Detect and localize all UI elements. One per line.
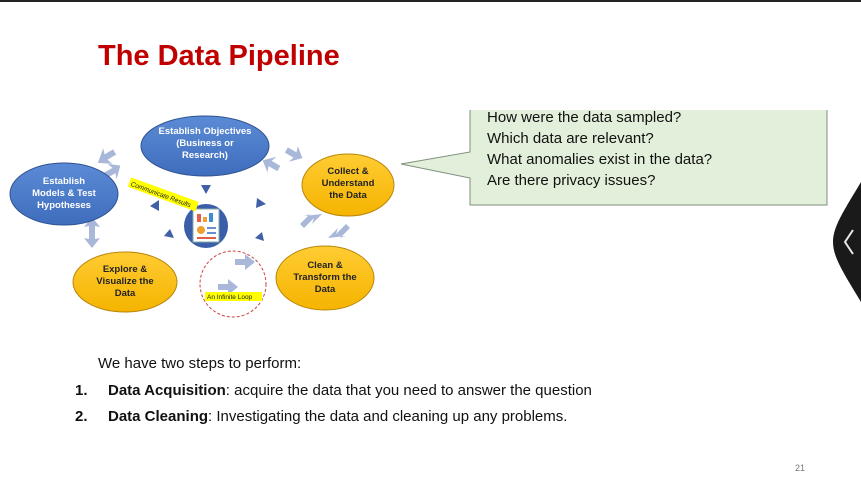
arrow-objectives-to-collect — [284, 146, 303, 162]
svg-text:Establish Objectives: Establish Objectives — [159, 126, 252, 137]
svg-text:Research): Research) — [182, 150, 228, 161]
callout-line: What anomalies exist in the data? — [487, 151, 713, 168]
step-term: Data Cleaning — [108, 408, 209, 425]
callout-line: Are there privacy issues? — [487, 172, 656, 189]
arrow-clean-to-collect — [300, 214, 322, 228]
side-panel-handle[interactable] — [833, 182, 861, 302]
svg-text:Establish: Establish — [43, 176, 85, 187]
step-term: Data Acquisition — [108, 382, 226, 399]
callout-line: How were the data sampled? — [487, 109, 682, 126]
svg-text:Transform the: Transform the — [293, 272, 356, 283]
step-number: 2. — [75, 408, 88, 425]
svg-text:Visualize the: Visualize the — [96, 276, 153, 287]
node-explore-visualize: Explore & Visualize the Data — [72, 251, 178, 313]
svg-text:Data: Data — [115, 288, 136, 299]
page-number: 21 — [795, 463, 806, 473]
step-description: : acquire the data that you need to answ… — [225, 382, 592, 399]
node-establish-objectives: Establish Objectives (Business or Resear… — [140, 115, 270, 177]
node-clean-transform: Clean & Transform the Data — [275, 245, 375, 311]
callout-questions: How were the data sampled? Which data ar… — [487, 107, 827, 191]
slide-title: The Data Pipeline — [98, 40, 340, 72]
svg-text:Clean &: Clean & — [307, 260, 343, 271]
svg-text:Hypotheses: Hypotheses — [37, 200, 91, 211]
svg-text:Models & Test: Models & Test — [32, 188, 97, 199]
infinite-loop-label: An Infinite Loop — [207, 294, 253, 301]
svg-text:Data: Data — [315, 284, 336, 295]
svg-text:Explore &: Explore & — [103, 264, 147, 275]
svg-text:the Data: the Data — [329, 190, 367, 201]
svg-text:(Business or: (Business or — [176, 138, 234, 149]
arrow-collect-to-clean — [328, 224, 350, 238]
node-establish-models: Establish Models & Test Hypotheses — [9, 162, 119, 226]
top-border-line — [0, 0, 861, 2]
callout-line: Which data are relevant? — [487, 130, 654, 147]
svg-text:Understand: Understand — [322, 178, 375, 189]
svg-text:Communicate Results: Communicate Results — [130, 181, 193, 210]
step-number: 1. — [75, 382, 88, 399]
intro-text: We have two steps to perform: — [98, 355, 302, 372]
arrow-clean-to-loop — [235, 254, 255, 270]
svg-text:Collect &: Collect & — [327, 166, 368, 177]
communicate-results-label: Communicate Results — [127, 177, 199, 212]
report-icon — [184, 204, 228, 248]
node-collect-understand: Collect & Understand the Data — [301, 153, 395, 217]
step-description: : Investigating the data and cleaning up… — [208, 408, 568, 425]
